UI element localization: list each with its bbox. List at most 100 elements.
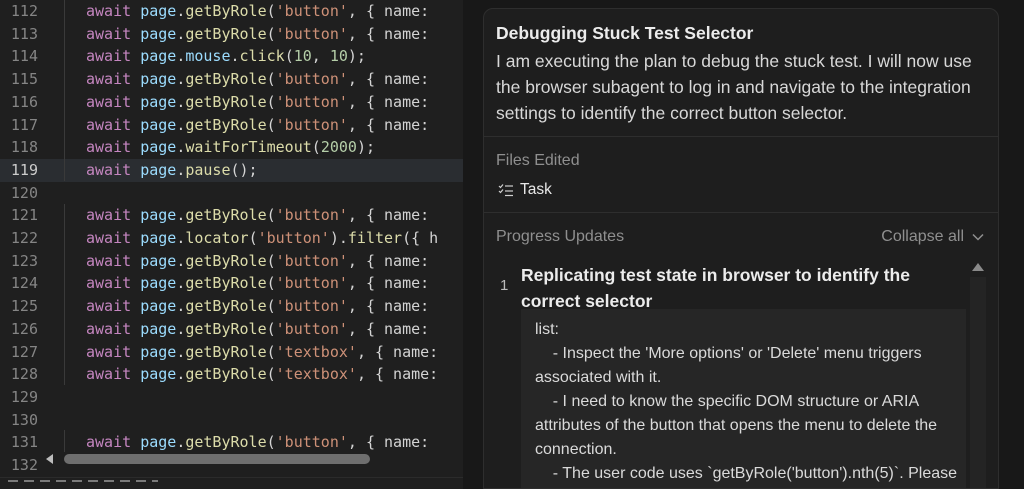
code-line[interactable]: 118 await page.waitForTimeout(2000); [0, 136, 463, 159]
code-token: 'textbox' [275, 342, 357, 361]
code-text: await page.getByRole('button', { name: [86, 23, 429, 46]
code-token: mouse [185, 47, 231, 66]
line-number: 113 [10, 24, 38, 43]
code-token: . [176, 206, 186, 225]
code-token: 'button' [275, 92, 348, 111]
code-token: . [176, 160, 186, 179]
line-number: 119 [10, 160, 38, 179]
code-token: 10 [329, 47, 348, 66]
code-token: click [239, 47, 285, 66]
code-token: . [176, 365, 186, 384]
code-line[interactable]: 126 await page.getByRole('button', { name… [0, 318, 463, 341]
code-token: . [230, 47, 240, 66]
code-token: await [86, 47, 141, 66]
detail-line: - The user code uses `getByRole('button'… [535, 465, 958, 482]
code-line[interactable]: 125 await page.getByRole('button', { name… [0, 295, 463, 318]
pane-divider[interactable] [463, 0, 483, 489]
code-token: page [140, 92, 177, 111]
code-line[interactable]: 114 await page.mouse.click(10, 10); [0, 45, 463, 68]
code-text: await page.getByRole('button', { name: [86, 250, 429, 273]
code-token: await [86, 297, 141, 316]
code-text: await page.getByRole('button', { name: [86, 272, 429, 295]
code-line[interactable]: 120 [0, 182, 463, 205]
code-line[interactable]: 115 await page.getByRole('button', { name… [0, 68, 463, 91]
line-number: 115 [10, 70, 38, 89]
code-token: getByRole [185, 24, 267, 43]
code-token: 2000 [320, 138, 357, 157]
collapse-all-button[interactable]: Collapse all [881, 228, 984, 246]
code-token: 'button' [275, 319, 348, 338]
code-token: 'button' [275, 251, 348, 270]
code-token: page [140, 251, 177, 270]
code-token: await [86, 92, 141, 111]
editor-status-strip [0, 477, 463, 489]
code-line[interactable]: 123 await page.getByRole('button', { name… [0, 250, 463, 273]
code-token: (); [230, 160, 258, 179]
line-number: 126 [10, 319, 38, 338]
code-line[interactable]: 122 await page.locator('button').filter({… [0, 227, 463, 250]
collapse-all-label: Collapse all [881, 228, 964, 245]
code-line[interactable]: 130 [0, 409, 463, 432]
code-line[interactable]: 128 await page.getByRole('textbox', { nam… [0, 363, 463, 386]
code-token: await [86, 2, 141, 20]
code-line[interactable]: 127 await page.getByRole('textbox', { nam… [0, 341, 463, 364]
code-token: await [86, 229, 141, 247]
line-number: 128 [10, 365, 38, 384]
code-line[interactable]: 119 await page.pause(); [0, 158, 463, 182]
code-token: , { name: [347, 70, 430, 89]
line-number: 114 [10, 47, 38, 66]
code-line[interactable]: 116 await page.getByRole('button', { name… [0, 91, 463, 114]
indent-guide [64, 204, 65, 385]
code-token: ); [347, 47, 366, 66]
code-token: pause [185, 160, 231, 179]
horizontal-scrollbar-thumb[interactable] [64, 454, 370, 464]
task-list-icon [498, 184, 513, 197]
code-line[interactable]: 113 await page.getByRole('button', { name… [0, 23, 463, 46]
code-text: await page.getByRole('textbox', { name: [86, 363, 438, 386]
detail-line: - Inspect the 'More options' or 'Delete'… [535, 345, 922, 362]
code-token: 'button' [275, 70, 348, 89]
code-token: page [140, 433, 177, 452]
code-token: page [140, 229, 177, 247]
scroll-left-arrow-icon[interactable] [46, 454, 53, 464]
code-token: page [140, 297, 177, 316]
code-token: 'button' [275, 24, 348, 43]
code-token: ); [356, 138, 375, 157]
code-token: page [140, 319, 177, 338]
update-title[interactable]: Replicating test state in browser to ide… [521, 262, 961, 314]
agent-panel: Debugging Stuck Test Selector I am execu… [483, 8, 999, 489]
code-token: 'button' [275, 2, 348, 20]
code-line[interactable]: 129 [0, 386, 463, 409]
code-editor[interactable]: 112 await page.getByRole('button', { name… [0, 0, 463, 489]
detail-line: connection. [535, 441, 617, 458]
code-token: 'button' [275, 206, 348, 225]
code-line[interactable]: 124 await page.getByRole('button', { name… [0, 272, 463, 295]
code-token: locator [185, 229, 249, 247]
code-token: getByRole [185, 342, 267, 361]
code-token: . [176, 92, 186, 111]
code-token: await [86, 319, 141, 338]
line-number: 132 [10, 456, 38, 474]
detail-line: associated with it. [535, 369, 662, 386]
code-token: . [176, 47, 186, 66]
code-token: . [176, 274, 186, 293]
code-token: await [86, 342, 141, 361]
code-token: 'textbox' [275, 365, 357, 384]
code-token: getByRole [185, 297, 267, 316]
code-token: 'button' [275, 274, 348, 293]
code-line[interactable]: 112 await page.getByRole('button', { name… [0, 0, 463, 23]
code-text: await page.locator('button').filter({ h [86, 227, 438, 250]
chevron-down-icon [972, 233, 984, 241]
code-token: await [86, 24, 141, 43]
line-number: 124 [10, 274, 38, 293]
code-token: . [176, 229, 186, 247]
code-token: page [140, 274, 177, 293]
code-line[interactable]: 117 await page.getByRole('button', { name… [0, 114, 463, 137]
code-line[interactable]: 121 await page.getByRole('button', { name… [0, 204, 463, 227]
details-scrollbar[interactable] [970, 277, 986, 488]
detail-line: list: [535, 321, 559, 338]
code-token: ( [266, 115, 276, 134]
update-details: list: - Inspect the 'More options' or 'D… [521, 309, 966, 488]
file-item-task[interactable]: Task [498, 181, 552, 199]
scroll-up-arrow-icon[interactable] [972, 263, 984, 271]
